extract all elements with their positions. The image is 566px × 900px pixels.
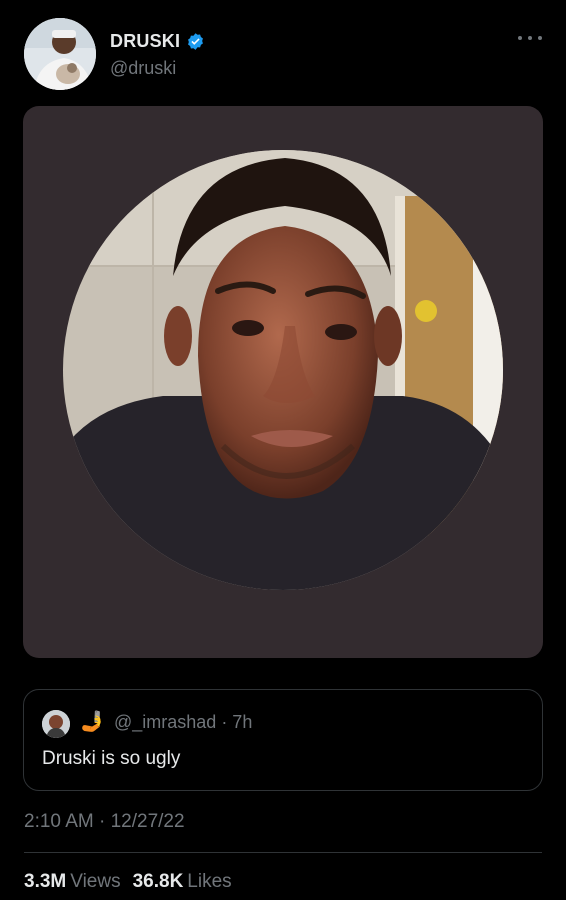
likes-count: 36.8K <box>132 871 184 892</box>
tweet-header: DRUSKI @druski <box>24 18 542 94</box>
likes-stat[interactable]: 36.8K Likes <box>133 871 232 893</box>
author-avatar[interactable] <box>24 18 96 90</box>
divider <box>24 852 542 853</box>
author-handle[interactable]: @druski <box>110 58 176 79</box>
likes-label: Likes <box>187 871 232 892</box>
more-horizontal-icon[interactable] <box>518 32 542 44</box>
tweet-stats: 3.3M Views 36.8K Likes <box>24 871 232 893</box>
quoted-tweet-text: Druski is so ugly <box>42 748 181 769</box>
profile-photo-image <box>63 150 503 590</box>
quoted-author-avatar[interactable] <box>42 710 70 738</box>
views-count: 3.3M <box>24 871 67 892</box>
quoted-handle-time[interactable]: @_imrashad · 7h <box>114 712 252 733</box>
author-name-row: DRUSKI <box>110 31 205 52</box>
author-display-name[interactable]: DRUSKI <box>110 31 180 52</box>
tweet-timestamp[interactable]: 2:10 AM · 12/27/22 <box>24 811 185 833</box>
selfie-emoji: 🤳 <box>80 711 105 733</box>
views-label: Views <box>70 871 121 892</box>
tweet-media-image[interactable] <box>23 106 543 658</box>
views-stat: 3.3M Views <box>24 871 121 893</box>
quoted-tweet[interactable]: 🤳 @_imrashad · 7h Druski is so ugly <box>23 689 543 791</box>
verified-badge-icon <box>186 32 205 51</box>
